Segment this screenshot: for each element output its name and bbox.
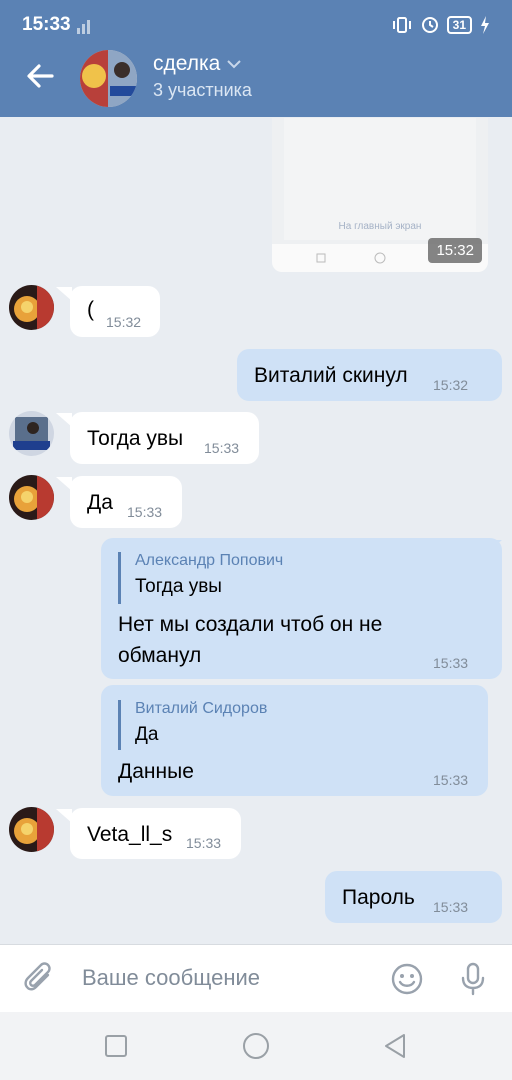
chat-subtitle: 3 участника [153, 80, 252, 100]
emoji-icon[interactable] [389, 961, 425, 997]
signal-icon [77, 20, 90, 34]
battery-indicator: 31 [446, 16, 472, 34]
reply-quote[interactable]: Виталий Сидоров Да [118, 700, 267, 750]
message-bubble[interactable]: Veta_ll_s 15:33 [70, 808, 241, 859]
message-text: Пароль [342, 886, 415, 909]
chat-title[interactable]: сделка [153, 52, 242, 76]
photo-message[interactable]: На главный экран 15:32 [272, 118, 488, 272]
chat-header: 15:33 31 сделка 3 участника [0, 0, 512, 117]
reply-author: Александр Попович [135, 552, 284, 569]
message-bubble[interactable]: Александр Попович Тогда увы Нет мы созда… [101, 538, 502, 679]
message-input[interactable]: Ваше сообщение [82, 965, 260, 991]
message-text-line1: Нет мы создали чтоб он не [118, 613, 383, 636]
message-time: 15:33 [186, 835, 222, 851]
vibrate-icon [392, 17, 411, 33]
avatar[interactable] [9, 475, 54, 520]
message-text-line2: обманул [118, 644, 202, 667]
message-bubble[interactable]: Да 15:33 [70, 476, 182, 528]
message-text: Veta_ll_s [87, 823, 173, 846]
photo-time: 15:32 [428, 238, 482, 263]
back-triangle-icon[interactable] [382, 1032, 410, 1060]
back-arrow-icon[interactable] [22, 58, 58, 94]
recents-icon[interactable] [102, 1032, 130, 1060]
message-text: Виталий скинул [254, 364, 408, 387]
message-time: 15:33 [204, 440, 240, 456]
avatar[interactable] [9, 285, 54, 330]
message-composer: Ваше сообщение [0, 944, 512, 1012]
status-bar: 15:33 31 [0, 0, 512, 52]
chat-title-text: сделка [153, 52, 221, 75]
reply-author: Виталий Сидоров [135, 700, 268, 717]
message-text: ( [87, 298, 94, 321]
message-text: Данные [118, 760, 194, 783]
message-time: 15:33 [433, 772, 469, 788]
reply-quote[interactable]: Александр Попович Тогда увы [118, 552, 283, 604]
photo-hint-text: На главный экран [338, 221, 422, 232]
message-bubble[interactable]: Пароль 15:33 [325, 871, 502, 923]
charging-icon [481, 16, 489, 34]
system-navigation-bar [0, 1012, 512, 1080]
message-bubble[interactable]: Тогда увы 15:33 [70, 412, 259, 464]
message-time: 15:33 [433, 655, 469, 671]
message-bubble[interactable]: Виталий скинул 15:32 [237, 349, 502, 401]
message-time: 15:33 [127, 504, 163, 520]
message-text: Тогда увы [87, 427, 184, 450]
attach-icon[interactable] [22, 961, 58, 997]
status-time: 15:33 [22, 14, 71, 35]
message-bubble[interactable]: ( 15:32 [70, 286, 160, 337]
alarm-icon [421, 17, 438, 33]
message-bubble[interactable]: Виталий Сидоров Да Данные 15:33 [101, 685, 488, 796]
reply-text: Да [135, 724, 159, 745]
message-time: 15:32 [106, 314, 142, 330]
status-icons: 31 [391, 16, 490, 34]
microphone-icon[interactable] [455, 961, 491, 997]
home-icon[interactable] [242, 1032, 270, 1060]
chevron-down-icon [227, 60, 242, 69]
chat-avatar[interactable] [80, 50, 137, 107]
message-time: 15:33 [433, 899, 469, 915]
message-time: 15:32 [433, 377, 469, 393]
message-text: Да [87, 491, 113, 514]
reply-text: Тогда увы [135, 576, 222, 597]
avatar[interactable] [9, 807, 54, 852]
avatar[interactable] [9, 411, 54, 456]
